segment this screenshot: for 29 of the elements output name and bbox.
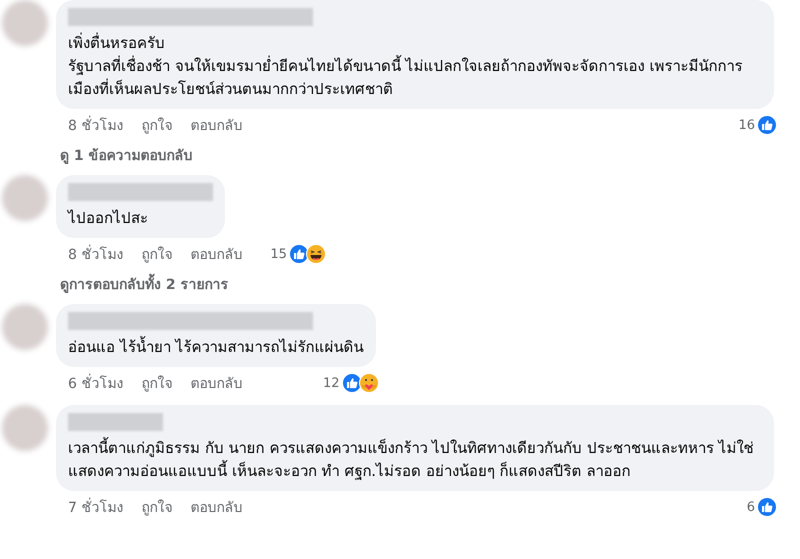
comment-time[interactable]: 6 ชั่วโมง — [68, 372, 124, 394]
comment-text: เวลานี้ตาแก่ภูมิธรรม กับ นายก ควรแสดงความแข็งกร้าว ไปในทิศทางเดียวกันกับ ประชาชนและทหาร ไม่ใช่แสดงความอ่อนแอแบบนี้ เห็นละจะอวก ทำ ศฐก.ไม่รอด อย่างน้อยๆ ก็แสดงสปีริต ลาออก — [68, 437, 755, 482]
reaction-count[interactable]: 16 — [738, 118, 755, 132]
reply-link[interactable]: ตอบกลับ — [190, 114, 242, 136]
comment-time[interactable]: 8 ชั่วโมง — [68, 243, 124, 265]
reply-link[interactable]: ตอบกลับ — [190, 372, 242, 394]
view-replies-link[interactable]: ดูการตอบกลับทั้ง 2 รายการ — [56, 270, 228, 298]
comment-text: รัฐบาลที่เชื่องช้า จนให้เขมรมาย่ำยีคนไทยได้ขนาดนี้ ไม่แปลกใจเลยถ้ากองทัพจะจัดการเอง เพราะมีนักการเมืองที่เห็นผลประโยชน์ส่วนตนมากกว่าประเทศชาติ — [68, 55, 744, 100]
like-reaction-icon[interactable] — [757, 115, 777, 135]
reply-link[interactable]: ตอบกลับ — [190, 496, 242, 518]
comment-time[interactable]: 7 ชั่วโมง — [68, 496, 124, 518]
comment-text: เพิ่งตื่นหรอครับ — [68, 32, 166, 54]
reaction-count[interactable]: 15 — [270, 246, 287, 262]
like-link[interactable]: ถูกใจ — [141, 372, 172, 394]
comment-time[interactable]: 8 ชั่วโมง — [68, 114, 124, 136]
view-replies-link[interactable]: ดู 1 ข้อความตอบกลับ — [56, 141, 192, 169]
like-reaction-icon[interactable] — [288, 244, 309, 264]
laughing-face-icon[interactable] — [306, 244, 326, 264]
like-link[interactable]: ถูกใจ — [141, 243, 172, 265]
comment-text: ไปออกไปสะ — [68, 208, 149, 229]
like-link[interactable]: ถูกใจ — [141, 496, 172, 518]
like-link[interactable]: ถูกใจ — [141, 114, 172, 136]
like-reaction-icon[interactable] — [757, 497, 777, 517]
reaction-count[interactable]: 12 — [323, 376, 340, 390]
reaction-count[interactable]: 6 — [746, 500, 755, 514]
comment-text: อ่อนแอ ไร้น้ำยา ไร้ความสามารถไม่รักแผ่นดิน — [68, 336, 364, 358]
hugging-face-icon[interactable] — [358, 373, 379, 393]
like-reaction-icon[interactable] — [342, 373, 362, 393]
reply-link[interactable]: ตอบกลับ — [190, 243, 242, 265]
